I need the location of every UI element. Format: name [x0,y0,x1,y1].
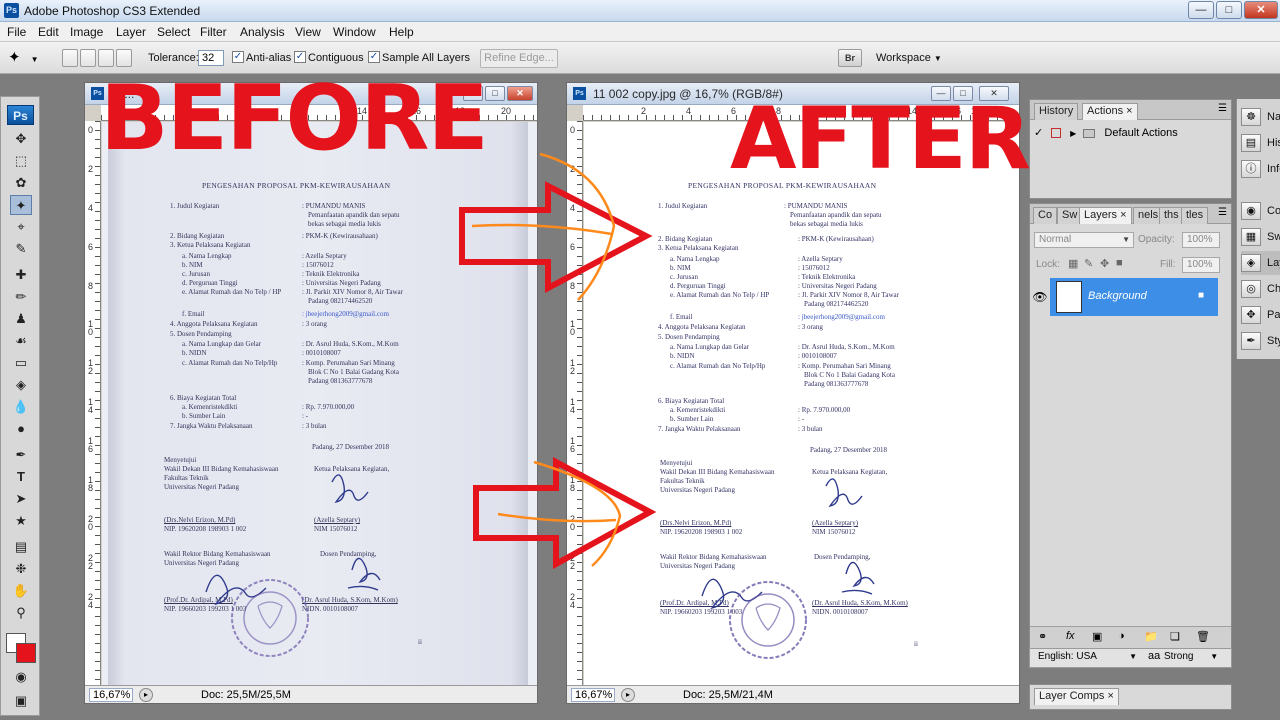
adjustment-layer-icon[interactable]: ◑ [1118,630,1125,642]
orange-scribble-top [471,152,616,301]
info-icon: ⓘ [1241,160,1261,179]
panel-menu-icon[interactable]: ☰ [1218,207,1227,218]
dock-label: Lay [1267,257,1280,269]
layers-icon: ◈ [1241,254,1261,273]
layer-comps-panel: Layer Comps × [1029,684,1232,710]
blend-mode-value: Normal [1039,234,1072,245]
tab-layer-comps-label: Layer Comps [1039,690,1105,702]
paths-icon: ✥ [1241,306,1261,325]
channels-icon: ◎ [1241,280,1261,299]
dock-channels[interactable]: ◎ Ch [1241,277,1280,301]
fill-input[interactable]: 100% [1182,257,1220,273]
dock-styles[interactable]: ✒ Sty [1241,329,1280,353]
tab-color[interactable]: Co [1033,207,1058,224]
language-value: English: USA [1038,651,1097,662]
panel-dock: ☸ Na ▤ His ⓘ Info ◉ Co ▦ Sw ◈ Lay ◎ Ch ✥ Pat ✒ St… [1236,99,1280,359]
opacity-value: 100% [1187,234,1213,245]
tab-history[interactable]: History [1034,103,1079,120]
histogram-icon: ▤ [1241,134,1261,153]
opacity-label: Opacity: [1138,234,1175,245]
tab-layers-label: Layers [1084,209,1118,221]
close-icon[interactable]: × [1126,105,1132,117]
dock-label: Pat [1267,309,1280,321]
character-options-row: English: USA ▼ aa Strong ▼ [1029,648,1232,668]
dock-navigator[interactable]: ☸ Na [1241,105,1280,129]
tab-layer-comps[interactable]: Layer Comps × [1034,688,1119,705]
lock-position-icon[interactable]: ✥ [1100,257,1109,270]
tab-layers[interactable]: Layers × [1079,207,1132,224]
link-layers-icon[interactable]: ⚭ [1038,630,1047,643]
chevron-down-icon: ▼ [1210,652,1219,661]
panel-tabs: Co Sw Layers × nels ths tles ☰ [1030,204,1231,224]
lock-all-icon[interactable]: ■ [1116,257,1123,269]
dialog-toggle-icon[interactable] [1051,128,1062,139]
layer-mask-icon[interactable]: ▣ [1092,630,1102,643]
close-icon[interactable]: × [1107,690,1113,702]
aa-mode-select[interactable]: Strong ▼ [1164,651,1218,662]
dock-paths[interactable]: ✥ Pat [1241,303,1280,327]
red-arrow-top [459,181,653,293]
dock-layers[interactable]: ◈ Lay [1241,251,1280,275]
panel-menu-icon[interactable]: ☰ [1218,103,1227,114]
navigator-icon: ☸ [1241,108,1261,127]
close-icon[interactable]: × [1120,209,1126,221]
layers-footer: ⚭ fx ▣ ◑ 📁 ❏ 🗑 [1030,626,1231,648]
lock-pixels-icon[interactable]: ✎ [1084,257,1093,270]
chevron-down-icon: ▼ [1129,652,1138,661]
fill-value: 100% [1187,259,1213,270]
new-layer-icon[interactable]: ❏ [1170,630,1180,643]
lock-transparency-icon[interactable]: ▦ [1068,257,1078,270]
tab-paths[interactable]: ths [1159,207,1184,224]
layer-lock-icon: ■ [1197,290,1204,301]
trash-icon[interactable]: 🗑 [1196,630,1210,643]
color-icon: ◉ [1241,202,1261,221]
tab-styles[interactable]: tles [1181,207,1209,224]
blend-mode-select[interactable]: Normal ▼ [1034,232,1134,248]
anti-alias-icon: aa [1148,650,1161,662]
new-group-icon[interactable]: 📁 [1144,630,1158,643]
eye-icon[interactable]: 👁 [1030,278,1050,316]
action-set-row[interactable]: ✓ ▶ Default Actions [1034,124,1227,142]
styles-icon: ✒ [1241,332,1261,351]
action-set-name: Default Actions [1104,127,1178,139]
tab-actions[interactable]: Actions × [1082,103,1138,120]
language-select[interactable]: English: USA ▼ [1038,651,1137,662]
folder-icon [1083,128,1096,138]
layer-thumbnail [1056,281,1082,313]
opacity-input[interactable]: 100% [1182,232,1220,248]
dock-label: His [1267,137,1280,149]
dock-label: Sty [1267,335,1280,347]
layers-panel: Co Sw Layers × nels ths tles ☰ Normal ▼ O… [1029,203,1232,649]
history-actions-panel: History Actions × ☰ ✓ ▶ Default Actions [1029,99,1232,199]
red-arrow-bottom [473,457,657,570]
chevron-down-icon: ▼ [1122,235,1130,244]
dock-label: Info [1267,163,1280,175]
panel-tabs: History Actions × ☰ [1030,100,1231,120]
dock-label: Co [1267,205,1280,217]
swatches-icon: ▦ [1241,228,1261,247]
aa-mode-value: Strong [1164,651,1194,662]
tab-actions-label: Actions [1087,105,1124,117]
checkmark-icon[interactable]: ✓ [1034,124,1048,142]
expand-arrow-icon[interactable]: ▶ [1070,129,1076,138]
dock-histogram[interactable]: ▤ His [1241,131,1280,155]
layer-name: Background [1088,290,1147,302]
dock-label: Na [1267,111,1280,123]
layer-row-background[interactable]: 👁 Background ■ [1030,278,1218,316]
dock-swatches[interactable]: ▦ Sw [1241,225,1280,249]
fill-label: Fill: [1160,259,1176,270]
dock-label: Ch [1267,283,1280,295]
lock-label: Lock: [1036,259,1060,270]
fx-icon[interactable]: fx [1066,630,1075,642]
dock-label: Sw [1267,231,1280,243]
dock-info[interactable]: ⓘ Info [1241,157,1280,181]
dock-color[interactable]: ◉ Co [1241,199,1280,223]
